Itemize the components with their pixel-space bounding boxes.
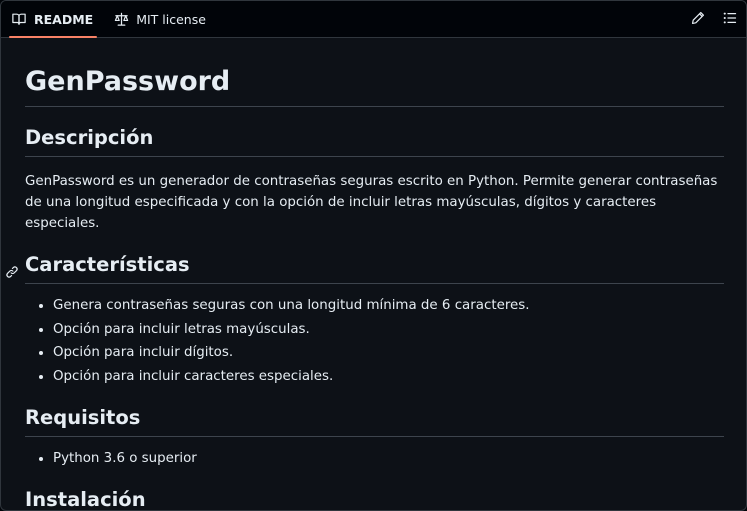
descripcion-paragraph: GenPassword es un generador de contraseñ…	[25, 171, 724, 234]
list-item: Python 3.6 o superior	[53, 449, 724, 469]
list-item: Opción para incluir dígitos.	[53, 343, 724, 363]
tab-license-label: MIT license	[136, 12, 206, 27]
link-icon[interactable]	[5, 258, 21, 274]
readme-tab-bar: README MIT license	[1, 1, 746, 38]
list-item: Opción para incluir caracteres especiale…	[53, 367, 724, 387]
section-heading-instalacion: Instalación	[25, 485, 724, 511]
list-unordered-icon	[723, 10, 737, 29]
readme-panel: README MIT license	[0, 0, 747, 511]
book-icon	[11, 11, 27, 27]
pencil-icon	[691, 10, 705, 29]
section-heading-descripcion: Descripción	[25, 123, 724, 157]
readme-actions	[682, 1, 746, 37]
scale-icon	[113, 11, 129, 27]
edit-file-button[interactable]	[682, 3, 714, 35]
tab-license[interactable]: MIT license	[103, 1, 216, 37]
requisitos-list: Python 3.6 o superior	[25, 449, 724, 469]
outline-button[interactable]	[714, 3, 746, 35]
caracteristicas-list: Genera contraseñas seguras con una longi…	[25, 296, 724, 387]
tab-readme-label: README	[34, 12, 93, 27]
section-heading-caracteristicas-label: Características	[25, 253, 190, 276]
readme-content: GenPassword Descripción GenPassword es u…	[1, 38, 746, 511]
section-heading-requisitos: Requisitos	[25, 403, 724, 437]
tab-readme[interactable]: README	[1, 1, 103, 37]
readme-title: GenPassword	[25, 64, 724, 107]
list-item: Opción para incluir letras mayúsculas.	[53, 320, 724, 340]
section-heading-caracteristicas: Características	[25, 250, 724, 284]
list-item: Genera contraseñas seguras con una longi…	[53, 296, 724, 316]
